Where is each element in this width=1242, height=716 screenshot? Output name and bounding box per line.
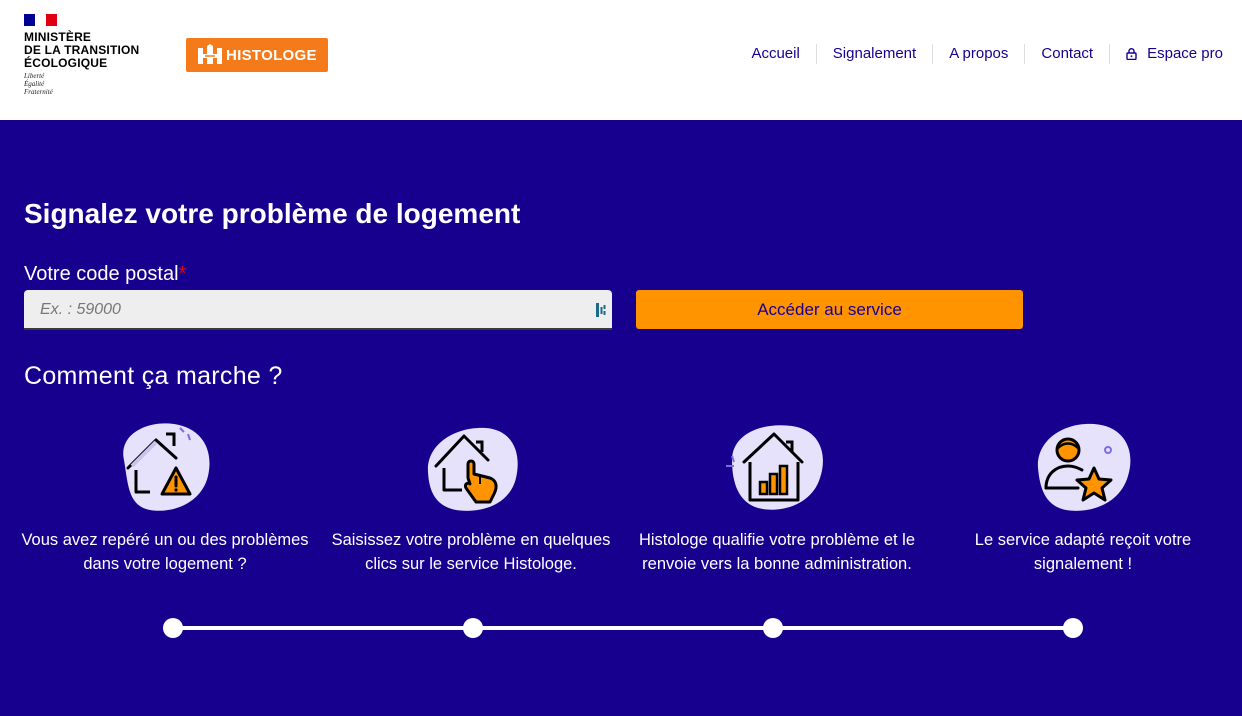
motto-line: Égalité [24, 80, 45, 88]
nav-signalement[interactable]: Signalement [815, 44, 932, 64]
timeline-dot-2 [463, 618, 483, 638]
step-1: Vous avez repéré un ou des problèmes dan… [15, 420, 315, 576]
main-nav: Accueil Signalement A propos Contact Esp… [735, 44, 1223, 64]
motto-line: Liberté [24, 72, 45, 80]
step-3: Histologe qualifie votre problème et le … [627, 420, 927, 576]
step-3-text: Histologe qualifie votre problème et le … [638, 531, 916, 573]
motto-line: Fraternité [24, 88, 53, 96]
nav-contact[interactable]: Contact [1024, 44, 1109, 64]
site-header: MINISTÈRE DE LA TRANSITION ÉCOLOGIQUE Li… [0, 0, 1242, 120]
nav-accueil[interactable]: Accueil [735, 44, 815, 64]
house-warning-icon [123, 423, 210, 511]
marianne-flag-icon [24, 14, 57, 26]
step-2-text: Saisissez votre problème en quelques cli… [331, 531, 611, 573]
logo-text: HISTOLOGE [226, 46, 317, 64]
user-star-icon [1037, 423, 1131, 511]
postal-code-field [24, 290, 612, 330]
lock-icon [1126, 48, 1137, 60]
timeline-dot-3 [763, 618, 783, 638]
timeline-dot-4 [1063, 618, 1083, 638]
histologe-logo-icon [198, 44, 222, 64]
page-title: Signalez votre problème de logement [24, 198, 521, 229]
ministry-name: MINISTÈRE DE LA TRANSITION ÉCOLOGIQUE [24, 31, 139, 70]
password-manager-icon[interactable] [596, 303, 606, 317]
access-service-button[interactable]: Accéder au service [636, 290, 1023, 329]
histologe-logo[interactable]: HISTOLOGE [186, 38, 328, 72]
house-click-icon [427, 427, 518, 511]
house-chart-icon [726, 425, 823, 510]
nav-a-propos[interactable]: A propos [932, 44, 1024, 64]
timeline-dot-1 [163, 618, 183, 638]
step-4: Le service adapté reçoit votre signaleme… [933, 420, 1233, 576]
postal-code-label-text: Votre code postal [24, 263, 179, 285]
step-2: Saisissez votre problème en quelques cli… [321, 420, 621, 576]
how-it-works-title: Comment ça marche ? [24, 362, 283, 390]
required-mark: * [178, 263, 187, 285]
nav-espace-pro-label: Espace pro [1147, 45, 1223, 62]
postal-code-input[interactable] [24, 290, 582, 330]
nav-espace-pro[interactable]: Espace pro [1109, 44, 1223, 64]
step-4-text: Le service adapté reçoit votre signaleme… [974, 531, 1192, 573]
postal-code-label: Votre code postal* [24, 263, 186, 286]
ministry-line: ÉCOLOGIQUE [24, 56, 108, 70]
republic-motto: Liberté Égalité Fraternité [24, 72, 53, 96]
steps-timeline [173, 626, 1073, 630]
step-1-text: Vous avez repéré un ou des problèmes dan… [21, 531, 309, 573]
